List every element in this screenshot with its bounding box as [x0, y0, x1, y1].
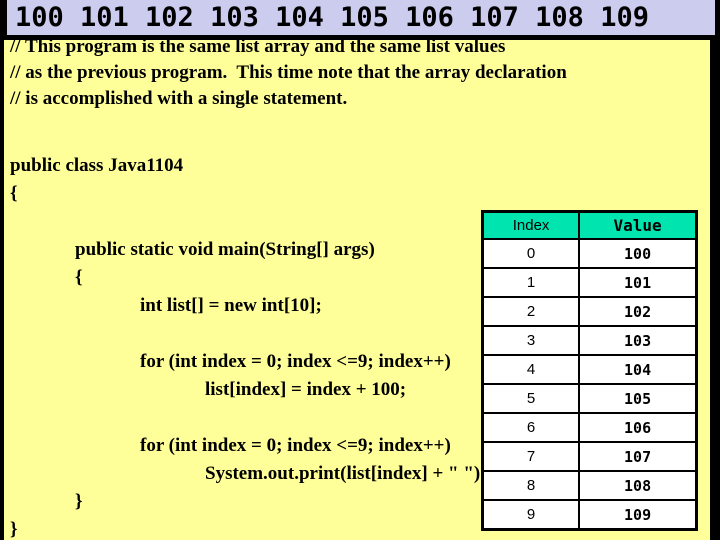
cell-value: 106	[578, 412, 698, 443]
cell-index: 1	[481, 267, 581, 298]
index-value-table: Index Value 0 100 1 101 2 102 3 103 4 104 5 105 6 106…	[481, 210, 698, 531]
table-row: 1 101	[481, 267, 698, 298]
cell-value: 102	[578, 296, 698, 327]
output-values-text: 100 101 102 103 104 105 106 107 108 109	[15, 2, 649, 33]
cell-index: 7	[481, 441, 581, 472]
cell-value: 107	[578, 441, 698, 472]
table-row: 2 102	[481, 296, 698, 327]
slide-canvas: // This program is the same list array a…	[0, 0, 720, 540]
column-header-value: Value	[578, 210, 698, 240]
table-row: 0 100	[481, 238, 698, 269]
comment-line: // as the previous program. This time no…	[10, 62, 567, 83]
table-header-row: Index Value	[481, 210, 698, 240]
comment-block: // This program is the same list array a…	[10, 34, 700, 112]
table-row: 9 109	[481, 499, 698, 531]
cell-index: 9	[481, 499, 581, 531]
table-row: 5 105	[481, 383, 698, 414]
slide-right-border	[710, 0, 715, 540]
table-row: 4 104	[481, 354, 698, 385]
cell-index: 0	[481, 238, 581, 269]
cell-index: 5	[481, 383, 581, 414]
cell-value: 104	[578, 354, 698, 385]
cell-index: 8	[481, 470, 581, 501]
cell-index: 3	[481, 325, 581, 356]
table-row: 7 107	[481, 441, 698, 472]
cell-value: 105	[578, 383, 698, 414]
table-row: 6 106	[481, 412, 698, 443]
cell-index: 4	[481, 354, 581, 385]
program-output-banner: 100 101 102 103 104 105 106 107 108 109	[4, 0, 715, 40]
cell-index: 2	[481, 296, 581, 327]
cell-index: 6	[481, 412, 581, 443]
cell-value: 101	[578, 267, 698, 298]
table-row: 3 103	[481, 325, 698, 356]
cell-value: 103	[578, 325, 698, 356]
column-header-index: Index	[481, 210, 581, 240]
code-line: {	[10, 183, 18, 204]
table-row: 8 108	[481, 470, 698, 501]
comment-line: // is accomplished with a single stateme…	[10, 88, 348, 109]
cell-value: 100	[578, 238, 698, 269]
slide-left-border	[0, 0, 4, 540]
code-line: public class Java1104	[10, 155, 184, 176]
cell-value: 109	[578, 499, 698, 531]
cell-value: 108	[578, 470, 698, 501]
